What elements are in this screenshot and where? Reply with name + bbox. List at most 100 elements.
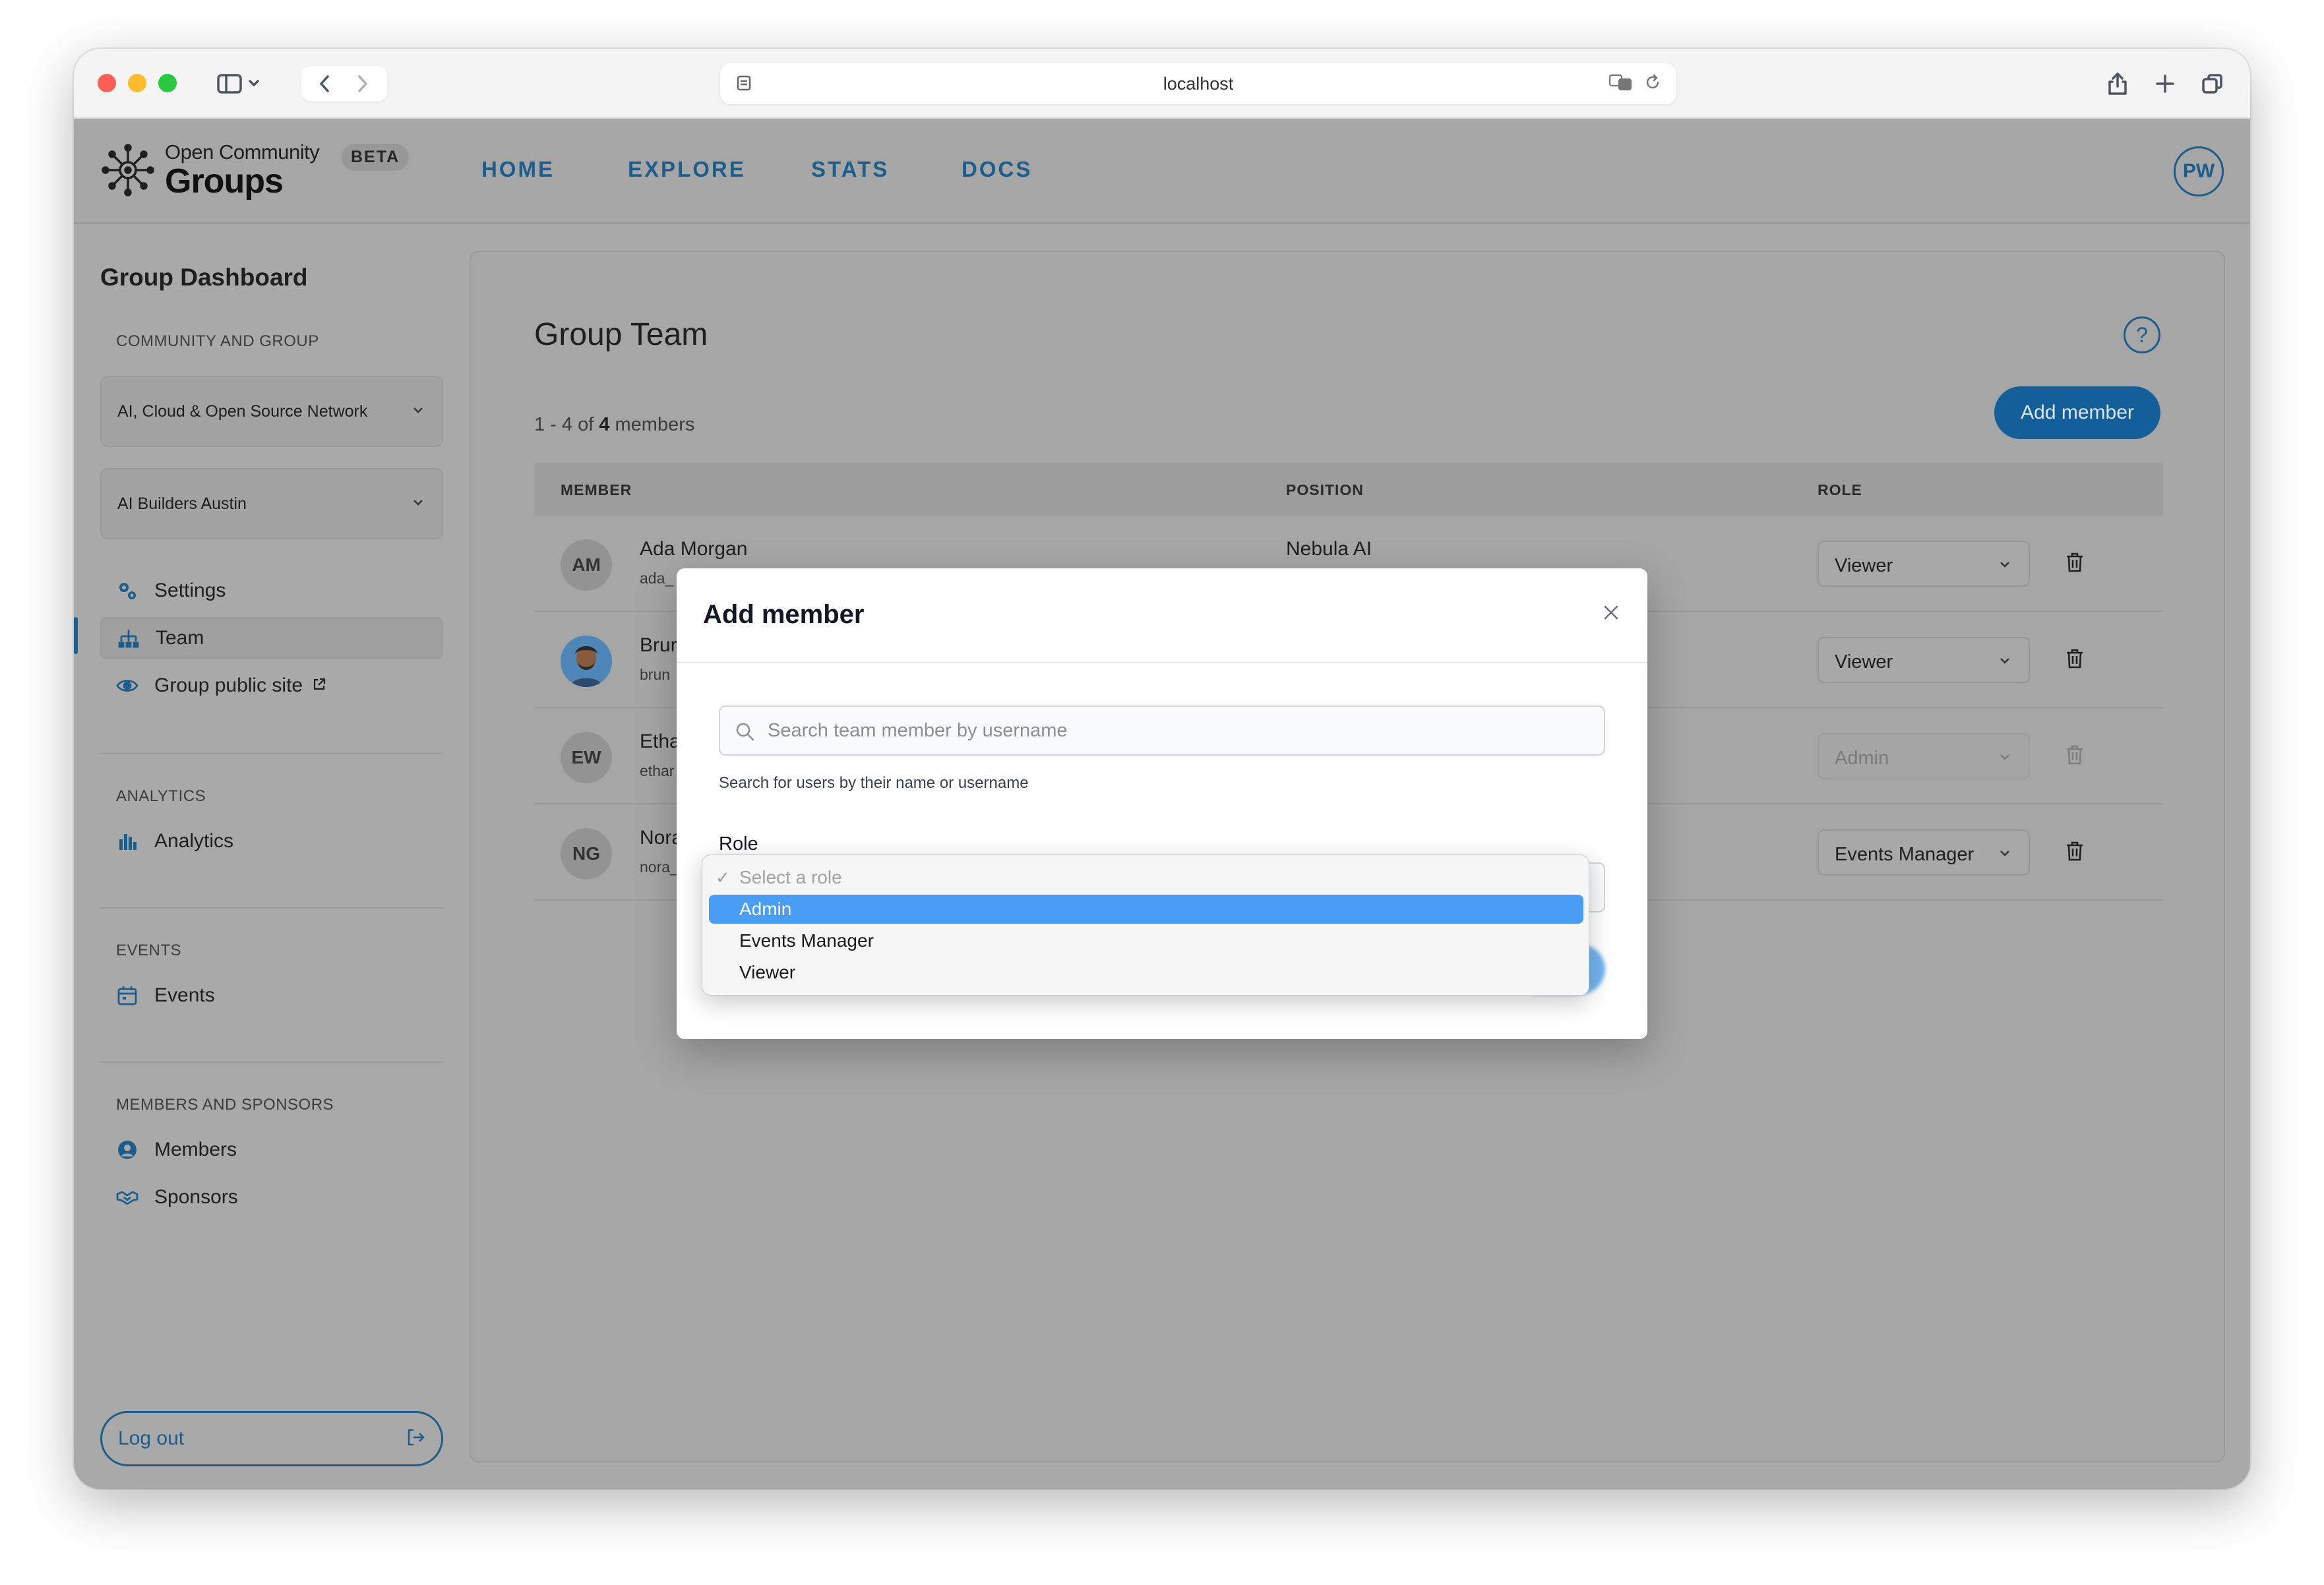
sidebar-item-label: Sponsors [154,1186,238,1208]
role-value: Admin [1835,748,1889,769]
new-tab-button[interactable] [2147,66,2183,102]
sidebar-item-label: Members [154,1139,237,1160]
option-select-a-role[interactable]: ✓ Select a role [709,863,1583,892]
translate-icon[interactable] [1608,73,1634,96]
nav-docs[interactable]: DOCS [962,157,1032,182]
option-label: Events Manager [739,930,874,951]
sidebar-divider [100,1062,443,1063]
sidebar-item-events[interactable]: Events [100,974,443,1017]
search-hint: Search for users by their name or userna… [719,774,1029,792]
group-select-value: AI Builders Austin [117,494,247,513]
sidebar-item-members[interactable]: Members [100,1129,443,1171]
maximize-window-button[interactable] [158,74,177,92]
dashboard-sidebar: Group Dashboard COMMUNITY AND GROUP AI, … [74,224,443,1489]
site-logo[interactable]: Open Community Groups [100,140,320,200]
sidebar-item-sponsors[interactable]: Sponsors [100,1176,443,1218]
section-events: EVENTS [116,942,182,959]
logo-line-2: Groups [165,162,284,200]
close-window-button[interactable] [98,74,116,92]
column-role: ROLE [1818,481,1862,498]
nav-home[interactable]: HOME [481,157,555,182]
gears-icon [116,580,138,602]
chevron-down-icon [1997,556,2013,576]
modal-title: Add member [703,600,865,629]
sidebar-item-label: Group public site [154,674,303,696]
sidebar-toggle-button[interactable] [206,66,272,102]
nav-stats[interactable]: STATS [811,157,889,182]
logo-text: Open Community Groups [165,140,320,200]
sidebar-item-public-site[interactable]: Group public site [100,665,443,707]
search-input[interactable] [768,707,1592,754]
logout-label: Log out [118,1427,185,1449]
chevron-down-icon [1997,653,2013,672]
reload-icon[interactable] [1643,73,1662,95]
avatar [561,636,612,687]
org-chart-icon [117,627,140,649]
external-link-icon [312,677,326,695]
role-value: Events Manager [1835,844,1974,865]
user-avatar[interactable]: PW [2174,146,2224,196]
history-nav [301,66,387,102]
member-position: Nebula AI [1286,538,1372,560]
beta-badge: BETA [342,144,410,171]
minimize-window-button[interactable] [128,74,146,92]
role-select[interactable]: Viewer [1818,637,2030,683]
count-prefix: 1 - 4 of [534,414,599,435]
share-button[interactable] [2100,66,2135,102]
role-label: Role [719,833,758,854]
option-viewer[interactable]: Viewer [709,958,1583,987]
sidebar-icon [217,74,259,94]
column-member: MEMBER [561,481,632,498]
tabs-icon [2202,74,2222,94]
trash-icon [2064,744,2085,769]
role-select[interactable]: Events Manager [1818,829,2030,876]
logo-line-1: Open Community [165,140,320,164]
calendar-icon [116,984,138,1007]
option-events-manager[interactable]: Events Manager [709,926,1583,955]
close-icon[interactable] [1601,603,1621,626]
sidebar-divider [100,753,443,754]
trash-icon[interactable] [2064,551,2085,577]
count-suffix: members [609,414,695,435]
avatar: AM [561,539,612,591]
avatar: NG [561,828,612,880]
member-name: Brur [640,634,677,656]
share-icon [2108,73,2127,95]
community-select[interactable]: AI, Cloud & Open Source Network [100,376,443,447]
role-select-disabled: Admin [1818,733,2030,779]
sidebar-item-label: Analytics [154,830,234,852]
sidebar-item-label: Events [154,984,215,1006]
sidebar-divider [100,907,443,909]
address-bar[interactable]: localhost [720,63,1676,104]
sidebar-item-label: Team [156,627,204,649]
plus-icon [2156,75,2174,93]
bar-chart-icon [116,830,138,852]
search-field [719,705,1605,756]
role-select[interactable]: Viewer [1818,541,2030,587]
avatar: EW [561,732,612,783]
community-logo-icon [102,144,154,196]
option-admin[interactable]: Admin [709,895,1583,924]
sidebar-item-team[interactable]: Team [100,617,443,659]
add-member-button[interactable]: Add member [1994,386,2160,439]
sidebar-item-analytics[interactable]: Analytics [100,820,443,862]
browser-toolbar: localhost [74,49,2250,119]
trash-icon[interactable] [2064,647,2085,673]
nav-explore[interactable]: EXPLORE [628,157,746,182]
member-name: Ada Morgan [640,538,748,560]
option-label: Select a role [739,867,842,887]
eye-icon [116,674,138,697]
help-icon[interactable]: ? [2124,316,2160,353]
sidebar-item-settings[interactable]: Settings [100,570,443,612]
trash-icon[interactable] [2064,840,2085,866]
group-select[interactable]: AI Builders Austin [100,468,443,539]
section-community: COMMUNITY AND GROUP [116,332,319,350]
tab-overview-button[interactable] [2195,66,2230,102]
sidebar-item-label: Settings [154,580,226,601]
modal-divider [677,662,1647,663]
column-position: POSITION [1286,481,1364,498]
member-username: brun [640,666,671,683]
chevron-down-icon [1997,845,2013,864]
logout-button[interactable]: Log out [100,1411,443,1466]
url-text: localhost [1163,74,1234,94]
